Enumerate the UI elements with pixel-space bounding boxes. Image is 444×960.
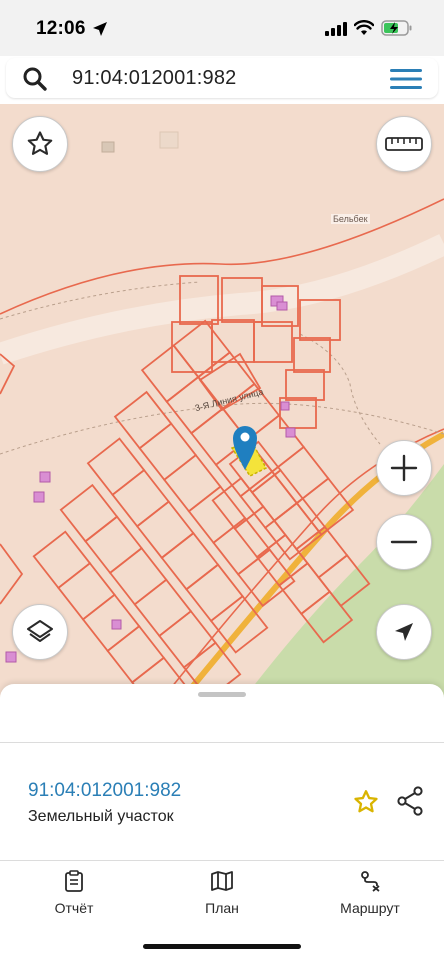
add-favorite-star-icon[interactable] [352, 788, 380, 816]
map-icon [211, 871, 233, 891]
tab-route-label: Маршрут [340, 900, 400, 916]
route-icon [361, 871, 380, 892]
search-bar[interactable]: 91:04:012001:982 [6, 58, 438, 98]
map-label-village: Бельбек [331, 214, 370, 224]
home-indicator[interactable] [143, 944, 301, 949]
tab-route[interactable]: Маршрут [310, 870, 430, 916]
layers-icon [27, 620, 53, 642]
battery-icon [381, 20, 412, 36]
location-arrow-icon [93, 22, 107, 36]
tab-report-label: Отчёт [54, 900, 94, 916]
tab-plan[interactable]: План [162, 870, 282, 916]
minus-icon [390, 540, 418, 544]
tab-bar: Отчёт План Маршрут [0, 870, 444, 930]
sheet-divider [0, 860, 444, 861]
ruler-button[interactable] [376, 116, 432, 172]
status-time: 12:06 [36, 18, 86, 39]
plus-icon [390, 454, 418, 482]
parcel-type: Земельный участок [28, 808, 174, 825]
signal-icon [325, 22, 347, 36]
navigation-arrow-icon [395, 623, 413, 641]
bottom-sheet[interactable]: 91:04:012001:982 Земельный участок Отчёт [0, 684, 444, 960]
zoom-out-button[interactable] [376, 514, 432, 570]
my-location-button[interactable] [376, 604, 432, 660]
favorites-button[interactable] [12, 116, 68, 172]
sheet-drag-handle[interactable] [198, 692, 246, 697]
report-icon [65, 870, 83, 892]
tab-plan-label: План [205, 900, 239, 916]
status-bar: 12:06 [0, 0, 444, 56]
ruler-icon [385, 137, 423, 151]
hamburger-menu-icon[interactable] [390, 68, 422, 90]
sheet-divider [0, 742, 444, 743]
parcel-cadastral-number[interactable]: 91:04:012001:982 [28, 780, 181, 802]
zoom-in-button[interactable] [376, 440, 432, 496]
tab-report[interactable]: Отчёт [14, 870, 134, 916]
share-icon[interactable] [396, 786, 424, 816]
wifi-icon [354, 20, 374, 35]
search-input[interactable]: 91:04:012001:982 [72, 67, 236, 90]
star-outline-icon [27, 131, 53, 155]
layers-button[interactable] [12, 604, 68, 660]
search-icon [23, 67, 47, 91]
